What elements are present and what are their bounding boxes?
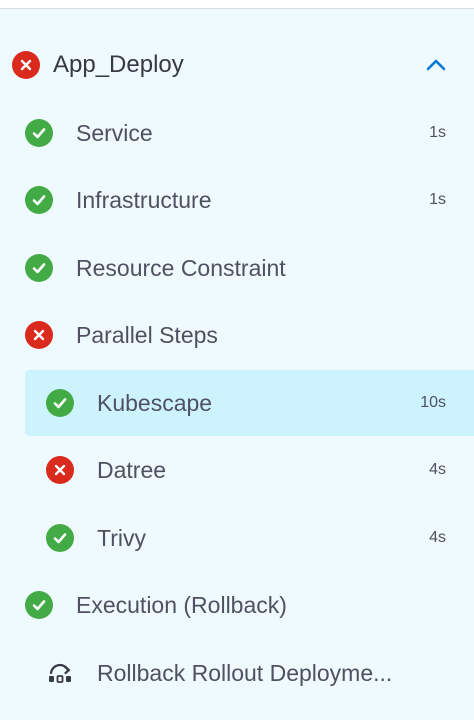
stage-header-app-deploy[interactable]: App_Deploy	[0, 32, 474, 98]
step-kubescape[interactable]: Kubescape 10s	[25, 370, 474, 436]
step-label: Kubescape	[97, 389, 213, 416]
step-label: Infrastructure	[76, 186, 212, 213]
success-status-icon	[25, 591, 53, 619]
panel-top-border	[0, 0, 474, 9]
chevron-up-icon[interactable]	[424, 53, 448, 77]
step-duration: 4s	[429, 461, 446, 478]
success-status-icon	[25, 119, 53, 147]
step-duration: 1s	[429, 124, 446, 141]
step-label: Datree	[97, 456, 167, 483]
step-trivy[interactable]: Trivy 4s	[0, 505, 474, 571]
step-duration: 4s	[429, 529, 446, 546]
step-label: Resource Constraint	[76, 254, 286, 281]
step-duration: 1s	[429, 191, 446, 208]
step-resource-constraint[interactable]: Resource Constraint	[0, 235, 474, 301]
failed-status-icon	[25, 321, 53, 349]
step-datree[interactable]: Datree 4s	[0, 437, 474, 503]
rollback-deployment-icon	[46, 659, 74, 687]
failed-status-icon	[46, 456, 74, 484]
step-label: Service	[76, 119, 153, 146]
step-duration: 10s	[420, 394, 446, 411]
success-status-icon	[46, 389, 74, 417]
success-status-icon	[25, 186, 53, 214]
step-label: Rollback Rollout Deployme...	[97, 659, 393, 686]
success-status-icon	[46, 524, 74, 552]
step-infrastructure[interactable]: Infrastructure 1s	[0, 167, 474, 233]
stage-name: App_Deploy	[53, 51, 184, 78]
step-label: Trivy	[97, 524, 146, 551]
step-rollback-rollout-deployment[interactable]: Rollback Rollout Deployme...	[0, 640, 474, 706]
step-parallel-steps[interactable]: Parallel Steps	[0, 302, 474, 368]
success-status-icon	[25, 254, 53, 282]
step-service[interactable]: Service 1s	[0, 100, 474, 166]
step-label: Execution (Rollback)	[76, 591, 287, 618]
step-execution-rollback[interactable]: Execution (Rollback)	[0, 572, 474, 638]
failed-status-icon	[12, 51, 40, 79]
step-label: Parallel Steps	[76, 321, 218, 348]
